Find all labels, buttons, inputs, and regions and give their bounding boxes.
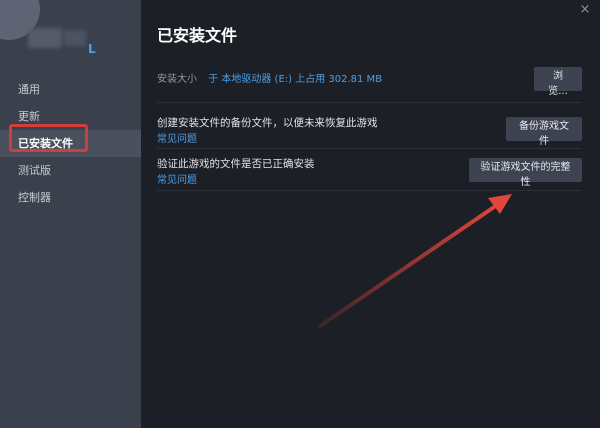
blurred-game-name-2 <box>64 30 86 46</box>
install-size-value: 于 本地驱动器 (E:) 上占用 302.81 MB <box>208 74 383 85</box>
sidebar: L 通用 更新 已安装文件 测试版 控制器 <box>0 0 141 428</box>
install-size-row: 安装大小 于 本地驱动器 (E:) 上占用 302.81 MB <box>157 70 582 90</box>
verify-description: 验证此游戏的文件是否已正确安装 <box>157 158 315 170</box>
blurred-game-name <box>28 28 62 48</box>
sidebar-item-betas[interactable]: 测试版 <box>0 157 141 184</box>
main-panel: × 已安装文件 安装大小 于 本地驱动器 (E:) 上占用 302.81 MB … <box>141 0 600 428</box>
sidebar-item-controller[interactable]: 控制器 <box>0 184 141 211</box>
game-name-suffix: L <box>88 42 96 56</box>
divider <box>157 148 582 149</box>
divider <box>157 102 582 103</box>
verify-integrity-button[interactable]: 验证游戏文件的完整性 <box>469 158 582 188</box>
backup-description: 创建安装文件的备份文件，以便未来恢复此游戏 <box>157 117 378 129</box>
install-size-label: 安装大小 <box>157 74 197 85</box>
close-icon[interactable]: × <box>578 3 592 17</box>
browse-button[interactable]: 浏览... <box>534 67 582 97</box>
divider <box>157 190 582 191</box>
highlight-box <box>9 124 88 152</box>
backup-faq-link[interactable]: 常见问题 <box>157 130 197 145</box>
page-title: 已安装文件 <box>157 26 238 45</box>
sidebar-item-general[interactable]: 通用 <box>0 76 141 103</box>
backup-game-files-button[interactable]: 备份游戏文件 <box>506 117 582 147</box>
steam-properties-window: L 通用 更新 已安装文件 测试版 控制器 × 已安装文件 安装大小 于 本地驱… <box>0 0 600 428</box>
verify-faq-link[interactable]: 常见问题 <box>157 171 197 186</box>
sidebar-game-header: L <box>0 0 141 68</box>
